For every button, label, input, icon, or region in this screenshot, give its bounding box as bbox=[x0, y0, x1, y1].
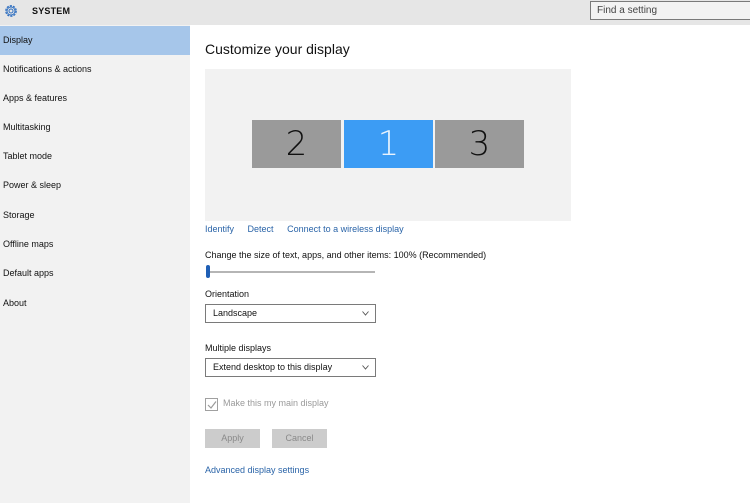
display-links: Identify Detect Connect to a wireless di… bbox=[205, 224, 415, 234]
orientation-label: Orientation bbox=[205, 289, 250, 299]
sidebar-item-default-apps[interactable]: Default apps bbox=[0, 259, 190, 288]
sidebar: Display Notifications & actions Apps & f… bbox=[0, 25, 190, 503]
wireless-display-link[interactable]: Connect to a wireless display bbox=[287, 224, 404, 234]
display-arrangement-preview: 2 1 3 bbox=[205, 69, 571, 221]
page-title: Customize your display bbox=[205, 41, 350, 57]
sidebar-item-about[interactable]: About bbox=[0, 289, 190, 318]
app-title: SYSTEM bbox=[32, 6, 71, 16]
monitor-3[interactable]: 3 bbox=[435, 120, 524, 168]
main-display-checkbox[interactable] bbox=[205, 398, 218, 411]
search-input[interactable] bbox=[590, 1, 750, 20]
sidebar-item-apps-features[interactable]: Apps & features bbox=[0, 84, 190, 113]
orientation-value: Landscape bbox=[213, 308, 258, 318]
cancel-button[interactable]: Cancel bbox=[272, 429, 327, 448]
monitor-1[interactable]: 1 bbox=[344, 120, 433, 168]
checkmark-icon bbox=[207, 401, 217, 409]
orientation-dropdown[interactable]: Landscape bbox=[205, 304, 376, 323]
apply-button[interactable]: Apply bbox=[205, 429, 260, 448]
multiple-displays-dropdown[interactable]: Extend desktop to this display bbox=[205, 358, 376, 377]
title-bar: SYSTEM bbox=[0, 0, 750, 25]
scale-slider-track[interactable] bbox=[208, 271, 375, 273]
sidebar-item-power-sleep[interactable]: Power & sleep bbox=[0, 171, 190, 200]
main-content: Customize your display 2 1 3 Identify De… bbox=[190, 25, 750, 503]
monitor-2[interactable]: 2 bbox=[252, 120, 341, 168]
identify-link[interactable]: Identify bbox=[205, 224, 234, 234]
sidebar-item-notifications[interactable]: Notifications & actions bbox=[0, 55, 190, 84]
scale-slider-thumb[interactable] bbox=[206, 265, 210, 278]
sidebar-item-storage[interactable]: Storage bbox=[0, 201, 190, 230]
chevron-down-icon bbox=[362, 365, 369, 370]
advanced-display-settings-link[interactable]: Advanced display settings bbox=[205, 465, 309, 475]
sidebar-item-multitasking[interactable]: Multitasking bbox=[0, 113, 190, 142]
sidebar-item-offline-maps[interactable]: Offline maps bbox=[0, 230, 190, 259]
sidebar-item-display[interactable]: Display bbox=[0, 26, 190, 55]
main-display-label: Make this my main display bbox=[223, 398, 329, 408]
multiple-displays-value: Extend desktop to this display bbox=[213, 362, 333, 372]
detect-link[interactable]: Detect bbox=[248, 224, 274, 234]
multiple-displays-label: Multiple displays bbox=[205, 343, 272, 353]
sidebar-item-tablet-mode[interactable]: Tablet mode bbox=[0, 142, 190, 171]
scale-label: Change the size of text, apps, and other… bbox=[205, 250, 487, 260]
chevron-down-icon bbox=[362, 311, 369, 316]
gear-icon bbox=[5, 5, 17, 17]
